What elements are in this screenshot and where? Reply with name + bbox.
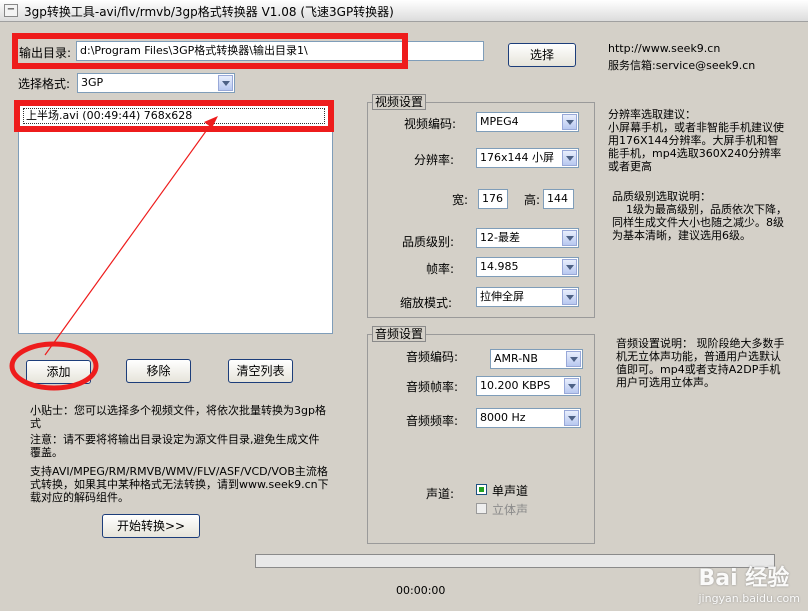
watermark: Bai 经验 jingyan.baidu.com [698,560,800,605]
watermark-logo: Bai 经验 [698,566,790,591]
annotation-arrow-head [204,116,218,128]
annotation-circle-add [9,341,99,391]
watermark-url: jingyan.baidu.com [698,592,800,605]
annotation-overlay [9,116,218,391]
annotation-arrow-line [44,119,215,356]
app-window: − 3gp转换工具-avi/flv/rmvb/3gp格式转换器 V1.08 (飞… [0,0,808,611]
